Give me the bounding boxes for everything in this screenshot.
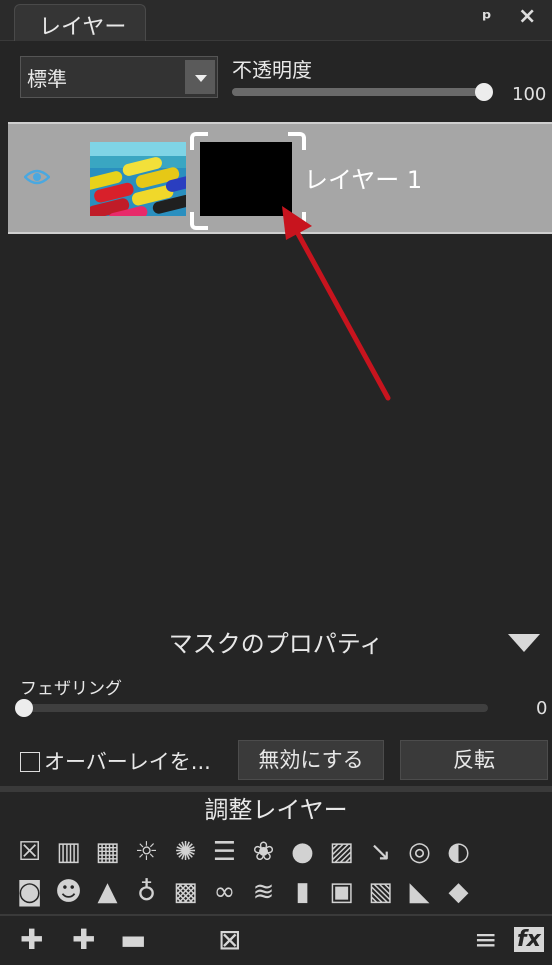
selective-color-icon[interactable]: ↘ xyxy=(361,836,400,868)
threshold-icon[interactable]: ▲ xyxy=(88,876,127,908)
opacity-slider[interactable] xyxy=(232,83,493,101)
haze-icon[interactable]: ≋ xyxy=(244,876,283,908)
adjustment-row-2: ◙ ☻ ▲ ♁ ▩ ∞ ≋ ▮ ▣ ▧ ◣ ◆ xyxy=(10,872,552,912)
black-white-icon[interactable]: ◐ xyxy=(439,836,478,868)
group-icon[interactable]: ▬ xyxy=(120,923,146,956)
gradient-map-icon[interactable]: ▮ xyxy=(283,876,322,908)
feathering-value: 0 xyxy=(536,698,548,719)
layer-thumbnail[interactable] xyxy=(90,142,186,216)
drop-icon[interactable]: ♁ xyxy=(127,876,166,908)
layers-panel: レイヤー ᵖ × 標準 不透明度 100 レイヤー 1 マスクのプロパティ フェ… xyxy=(0,0,552,965)
layer-name[interactable]: レイヤー 1 xyxy=(304,160,422,195)
adjustment-layers-title: 調整レイヤー xyxy=(204,796,348,824)
portrait-icon[interactable]: ☻ xyxy=(49,876,88,908)
graph-icon[interactable]: ◣ xyxy=(400,876,439,908)
add-icon[interactable]: ✚ xyxy=(72,923,95,956)
mask-properties-title: マスクのプロパティ xyxy=(168,630,384,658)
delete-mask-icon[interactable]: ⊠ xyxy=(218,923,241,956)
tab-layers[interactable]: レイヤー xyxy=(14,4,146,41)
hsl-icon[interactable]: ☰ xyxy=(205,836,244,868)
blend-mode-value: 標準 xyxy=(27,67,67,91)
overlay-label[interactable]: オーバーレイを... xyxy=(44,746,211,776)
invert-mask-button[interactable]: 反転 xyxy=(400,740,548,780)
levels-icon[interactable]: ▥ xyxy=(49,836,88,868)
adjustment-row-1: ☒ ▥ ▦ ☼ ✺ ☰ ❀ ● ▨ ↘ ◎ ◐ xyxy=(10,832,552,872)
bottom-toolbar: ✚ ✚ ▬ ⊠ ≡ fx xyxy=(0,917,552,965)
layer-row[interactable]: レイヤー 1 xyxy=(8,122,552,234)
exposure-icon[interactable]: ☒ xyxy=(10,836,49,868)
new-layer-icon[interactable]: ✚ xyxy=(20,923,43,956)
feathering-label: フェザリング xyxy=(20,679,122,699)
disable-mask-button[interactable]: 無効にする xyxy=(238,740,384,780)
pin-icon[interactable]: ᵖ xyxy=(482,6,492,30)
glasses-icon[interactable]: ∞ xyxy=(205,876,244,908)
vibrance-icon[interactable]: ✺ xyxy=(166,836,205,868)
photo-filter-icon[interactable]: ▨ xyxy=(322,836,361,868)
overlay-checkbox[interactable] xyxy=(20,752,40,772)
fx-icon[interactable]: fx xyxy=(514,927,544,952)
image-icon[interactable]: ▣ xyxy=(322,876,361,908)
opacity-label: 不透明度 xyxy=(232,58,312,82)
mask-selection-corner xyxy=(190,212,208,230)
feathering-knob[interactable] xyxy=(15,699,33,717)
collapse-triangle-icon[interactable] xyxy=(508,634,540,652)
blend-mode-select[interactable]: 標準 xyxy=(20,56,218,98)
tab-bar: レイヤー ᵖ × xyxy=(0,0,552,41)
invert-icon[interactable]: ◎ xyxy=(400,836,439,868)
opacity-knob[interactable] xyxy=(475,83,493,101)
adjustment-icons-grid: ☒ ▥ ▦ ☼ ✺ ☰ ❀ ● ▨ ↘ ◎ ◐ ◙ ☻ ▲ ♁ ▩ ∞ ≋ ▮ … xyxy=(10,832,552,912)
divider xyxy=(0,914,552,916)
noise-icon[interactable]: ▩ xyxy=(166,876,205,908)
mask-selection-corner xyxy=(190,132,208,150)
close-icon[interactable]: × xyxy=(518,4,536,29)
gradient-icon[interactable]: ▧ xyxy=(361,876,400,908)
cube-icon[interactable]: ◆ xyxy=(439,876,478,908)
feathering-slider[interactable] xyxy=(15,699,488,717)
opacity-value: 100 xyxy=(512,84,547,105)
mask-selection-corner xyxy=(288,132,306,150)
eye-icon[interactable] xyxy=(24,168,50,186)
mask-selection-corner xyxy=(288,212,306,230)
camera-icon[interactable]: ◙ xyxy=(10,876,49,908)
menu-icon[interactable]: ≡ xyxy=(474,923,497,956)
tab-label: レイヤー xyxy=(39,15,127,40)
opacity-fill xyxy=(232,88,484,96)
color-balance-icon[interactable]: ❀ xyxy=(244,836,283,868)
channel-mixer-icon[interactable]: ● xyxy=(283,836,322,868)
curves-icon[interactable]: ▦ xyxy=(88,836,127,868)
brightness-icon[interactable]: ☼ xyxy=(127,836,166,868)
chevron-down-icon[interactable] xyxy=(185,60,215,94)
mask-thumbnail[interactable] xyxy=(200,142,292,216)
